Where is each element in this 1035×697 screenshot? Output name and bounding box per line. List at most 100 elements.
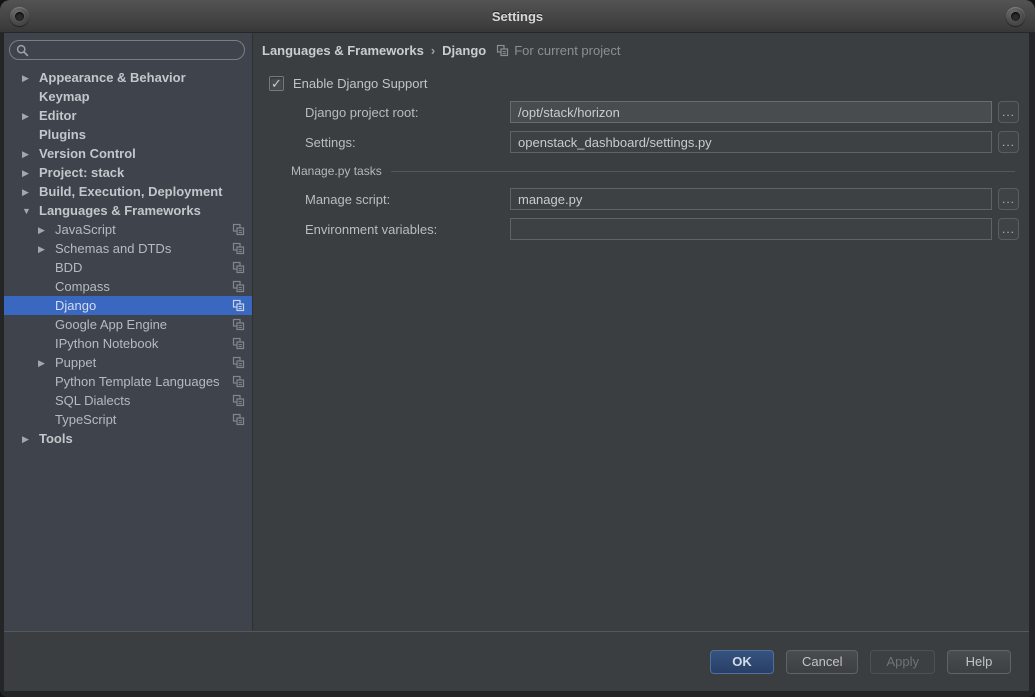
tree-item-compass[interactable]: Compass (4, 277, 252, 296)
environment-variables-input[interactable] (510, 218, 992, 240)
settings-panel: Languages & Frameworks › Django For curr… (253, 33, 1029, 631)
tree-item-typescript[interactable]: TypeScript (4, 410, 252, 429)
window-frame: ▶Appearance & BehaviorKeymap▶EditorPlugi… (0, 33, 1035, 697)
tree-item-project-stack[interactable]: ▶Project: stack (4, 163, 252, 182)
tree-item-schemas-and-dtds[interactable]: ▶Schemas and DTDs (4, 239, 252, 258)
settings-row: Settings:... (305, 131, 1029, 153)
tree-item-label: Keymap (39, 89, 90, 104)
chevron-right-icon[interactable]: ▶ (22, 107, 39, 126)
per-project-settings-icon (232, 242, 245, 255)
breadcrumb-current: Django (442, 43, 486, 58)
tree-item-label: Project: stack (39, 165, 124, 180)
cancel-button[interactable]: Cancel (786, 650, 858, 674)
search-icon (16, 44, 29, 57)
apply-button: Apply (870, 650, 935, 674)
managepy-fields: Manage script:...Environment variables:.… (262, 188, 1029, 240)
per-project-settings-icon (232, 413, 245, 426)
tree-item-label: Puppet (55, 355, 96, 370)
settings-input[interactable] (510, 131, 992, 153)
tree-item-label: Version Control (39, 146, 136, 161)
tree-item-label: Languages & Frameworks (39, 203, 201, 218)
tree-item-tools[interactable]: ▶Tools (4, 429, 252, 448)
tree-item-label: Google App Engine (55, 317, 167, 332)
chevron-right-icon[interactable]: ▶ (22, 183, 39, 202)
window-title: Settings (492, 9, 543, 24)
tree-item-javascript[interactable]: ▶JavaScript (4, 220, 252, 239)
tree-item-version-control[interactable]: ▶Version Control (4, 144, 252, 163)
titlebar[interactable]: Settings (0, 0, 1035, 33)
tree-item-google-app-engine[interactable]: Google App Engine (4, 315, 252, 334)
close-button[interactable] (1006, 7, 1025, 26)
tree-item-bdd[interactable]: BDD (4, 258, 252, 277)
chevron-right-icon[interactable]: ▶ (22, 164, 39, 183)
django-project-root-input[interactable] (510, 101, 992, 123)
breadcrumb-separator: › (431, 43, 435, 58)
breadcrumb: Languages & Frameworks › Django For curr… (262, 41, 1029, 59)
tree-item-sql-dialects[interactable]: SQL Dialects (4, 391, 252, 410)
tree-item-label: Django (55, 298, 96, 313)
tree-item-languages-frameworks[interactable]: ▼Languages & Frameworks (4, 201, 252, 220)
managepy-section-header: Manage.py tasks (291, 163, 1015, 179)
environment-variables-row: Environment variables:... (305, 218, 1029, 240)
tree-item-appearance-behavior[interactable]: ▶Appearance & Behavior (4, 68, 252, 87)
django-fields: Django project root:...Settings:... (262, 101, 1029, 153)
tree-item-label: Tools (39, 431, 73, 446)
tree-item-label: Appearance & Behavior (39, 70, 186, 85)
settings-browse-button[interactable]: ... (998, 131, 1019, 153)
tree-item-label: Python Template Languages (55, 374, 220, 389)
tree-item-label: SQL Dialects (55, 393, 130, 408)
tree-item-label: Schemas and DTDs (55, 241, 171, 256)
tree-item-label: IPython Notebook (55, 336, 158, 351)
scope-note-label: For current project (514, 43, 620, 58)
chevron-right-icon[interactable]: ▶ (22, 69, 39, 88)
section-divider (391, 171, 1015, 172)
tree-item-label: BDD (55, 260, 82, 275)
chevron-down-icon[interactable]: ▼ (22, 202, 39, 221)
tree-item-puppet[interactable]: ▶Puppet (4, 353, 252, 372)
search-input[interactable] (33, 43, 236, 57)
tree-item-django[interactable]: Django (4, 296, 252, 315)
dialog-button-bar: OK Cancel Apply Help (4, 631, 1029, 691)
tree-item-plugins[interactable]: Plugins (4, 125, 252, 144)
tree-item-label: JavaScript (55, 222, 116, 237)
chevron-right-icon[interactable]: ▶ (22, 145, 39, 164)
per-project-settings-icon (232, 223, 245, 236)
tree-item-label: Plugins (39, 127, 86, 142)
django-project-root-browse-button[interactable]: ... (998, 101, 1019, 123)
chevron-right-icon[interactable]: ▶ (38, 221, 55, 240)
tree-item-keymap[interactable]: Keymap (4, 87, 252, 106)
tree-item-label: TypeScript (55, 412, 116, 427)
window-menu-button[interactable] (10, 7, 29, 26)
per-project-settings-icon (232, 337, 245, 350)
manage-script-row: Manage script:... (305, 188, 1029, 210)
ok-button[interactable]: OK (710, 650, 774, 674)
tree-item-label: Build, Execution, Deployment (39, 184, 222, 199)
tree-item-build-execution-deployment[interactable]: ▶Build, Execution, Deployment (4, 182, 252, 201)
enable-django-checkbox[interactable]: ✓ (269, 76, 284, 91)
per-project-settings-icon (232, 261, 245, 274)
settings-sidebar: ▶Appearance & BehaviorKeymap▶EditorPlugi… (4, 33, 253, 631)
search-area (4, 33, 252, 68)
per-project-settings-icon (496, 44, 509, 57)
per-project-settings-icon (232, 356, 245, 369)
search-box[interactable] (9, 40, 245, 60)
help-button[interactable]: Help (947, 650, 1011, 674)
django-project-root-label: Django project root: (305, 105, 510, 120)
django-project-root-row: Django project root:... (305, 101, 1029, 123)
scope-note: For current project (496, 43, 620, 58)
environment-variables-browse-button[interactable]: ... (998, 218, 1019, 240)
manage-script-browse-button[interactable]: ... (998, 188, 1019, 210)
settings-dialog: Settings ▶Appearance & BehaviorKeymap▶Ed… (0, 0, 1035, 697)
content-area: ▶Appearance & BehaviorKeymap▶EditorPlugi… (4, 33, 1029, 631)
tree-item-editor[interactable]: ▶Editor (4, 106, 252, 125)
tree-item-label: Editor (39, 108, 77, 123)
breadcrumb-parent[interactable]: Languages & Frameworks (262, 43, 424, 58)
chevron-right-icon[interactable]: ▶ (38, 354, 55, 373)
chevron-right-icon[interactable]: ▶ (22, 430, 39, 449)
chevron-right-icon[interactable]: ▶ (38, 240, 55, 259)
manage-script-label: Manage script: (305, 192, 510, 207)
tree-item-python-template-languages[interactable]: Python Template Languages (4, 372, 252, 391)
environment-variables-label: Environment variables: (305, 222, 510, 237)
manage-script-input[interactable] (510, 188, 992, 210)
tree-item-ipython-notebook[interactable]: IPython Notebook (4, 334, 252, 353)
